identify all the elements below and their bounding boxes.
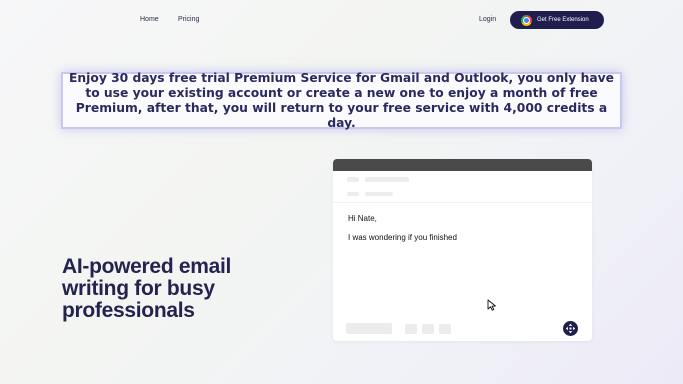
email-preview-window: Hi Nate, I was wondering if you finished [333,159,592,341]
hero-title: AI-powered email writing for busy profes… [62,255,232,322]
move-icon[interactable] [563,321,578,336]
get-free-extension-label: Get Free Extension [537,17,589,23]
skeleton-tool [439,323,451,334]
skeleton-tool [422,323,434,334]
divider [333,202,592,203]
skeleton-bar [365,177,409,182]
skeleton-subheader-row [347,192,393,196]
skeleton-header-row [347,177,409,182]
trial-banner: Enjoy 30 days free trial Premium Service… [61,70,622,130]
move-arrows-icon [565,323,576,334]
skeleton-send-button [346,323,392,334]
nav-home-link[interactable]: Home [140,16,159,23]
nav-login-link[interactable]: Login [479,16,496,23]
trial-banner-text: Enjoy 30 days free trial Premium Service… [69,70,615,130]
nav-pricing-link[interactable]: Pricing [178,16,199,23]
chrome-icon [521,14,532,26]
cursor-icon [487,299,496,311]
composer-toolbar [346,323,451,334]
skeleton-tool [405,323,417,334]
skeleton-bar [347,177,359,182]
skeleton-bar [347,192,359,196]
window-title-bar [333,159,592,171]
email-body: I was wondering if you finished [348,233,457,242]
email-greeting: Hi Nate, [348,214,377,223]
skeleton-bar [365,192,393,196]
get-free-extension-button[interactable]: Get Free Extension [510,11,604,29]
